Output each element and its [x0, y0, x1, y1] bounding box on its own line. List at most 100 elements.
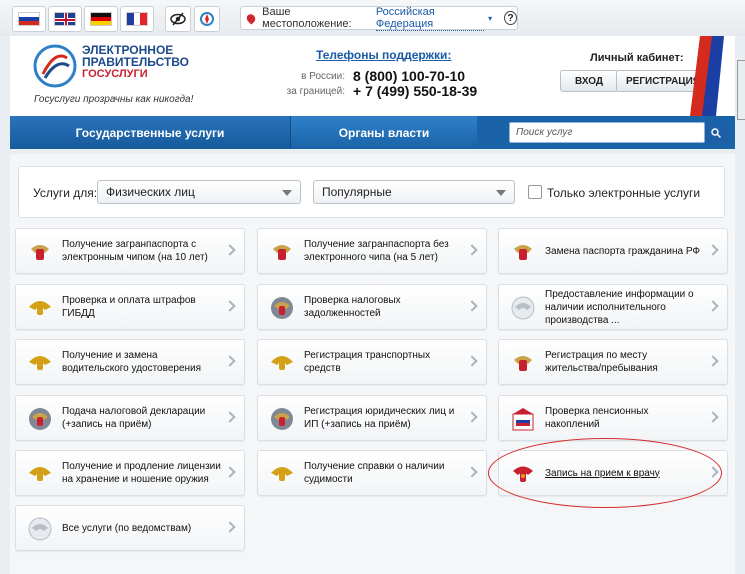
location-selector[interactable]: Ваше местоположение: Российская Федераци…	[240, 6, 518, 31]
caret-down-icon: ▾	[488, 13, 493, 23]
emblem-tax-icon	[268, 405, 296, 433]
chevron-down-icon	[282, 190, 292, 196]
flag-ribbon-icon	[690, 36, 735, 116]
chevron-down-icon	[496, 190, 506, 196]
chevron-right-icon	[707, 244, 719, 256]
search-button[interactable]	[705, 122, 727, 143]
pin-icon	[245, 11, 258, 25]
service-card[interactable]: Получение справки о наличии судимости	[257, 450, 487, 496]
service-card[interactable]: Получение загранпаспорта с электронным ч…	[15, 228, 245, 274]
service-card-label[interactable]: Проверка налоговых задолженностей	[304, 285, 464, 329]
electronic-only-label[interactable]: Только электронные услуги	[547, 186, 700, 200]
chevron-right-icon	[707, 300, 719, 312]
emblem-red-icon	[509, 349, 537, 377]
sort-select[interactable]: Популярные	[313, 180, 515, 204]
lang-en-button[interactable]	[48, 6, 82, 32]
service-card-label[interactable]: Получение загранпаспорта без электронног…	[304, 229, 464, 273]
flag-de-icon	[90, 12, 112, 26]
chevron-right-icon	[224, 355, 236, 367]
service-card-label[interactable]: Все услуги (по ведомствам)	[62, 506, 222, 550]
pension-fund-icon	[509, 405, 537, 433]
sort-select-value: Популярные	[322, 185, 392, 199]
audience-select[interactable]: Физических лиц	[97, 180, 301, 204]
lang-ru-button[interactable]	[12, 6, 46, 32]
chevron-right-icon	[224, 300, 236, 312]
service-card-label[interactable]: Получение и замена водительского удостов…	[62, 340, 222, 384]
phone-abroad-number: + 7 (499) 550-18-39	[353, 83, 478, 99]
chevron-right-icon	[224, 521, 236, 533]
service-card[interactable]: Предоставление информации о наличии испо…	[498, 284, 728, 330]
flag-fr-icon	[126, 12, 148, 26]
lang-fr-button[interactable]	[120, 6, 154, 32]
audience-select-value: Физических лиц	[106, 185, 195, 199]
service-card-label[interactable]: Предоставление информации о наличии испо…	[545, 285, 705, 329]
logo-line-3: ГОСУСЛУГИ	[82, 68, 148, 80]
service-card-label[interactable]: Замена паспорта гражданина РФ	[545, 229, 705, 273]
tab-state-services[interactable]: Государственные услуги	[10, 116, 290, 149]
cabinet-title: Личный кабинет:	[590, 52, 684, 64]
emblem-gold-icon	[26, 349, 54, 377]
search-input[interactable]: Поиск услуг	[509, 122, 705, 143]
service-card-label[interactable]: Регистрация юридических лиц и ИП (+запис…	[304, 396, 464, 440]
chevron-right-icon	[224, 411, 236, 423]
chevron-right-icon	[707, 411, 719, 423]
emblem-gold-icon	[26, 460, 54, 488]
service-card[interactable]: Подача налоговой декларации (+запись на …	[15, 395, 245, 441]
highlight-oval	[488, 438, 722, 508]
login-button[interactable]: ВХОД	[560, 70, 618, 92]
service-card-label[interactable]: Проверка и оплата штрафов ГИБДД	[62, 285, 222, 329]
logo-text: ЭЛЕКТРОННОЕ ПРАВИТЕЛЬСТВО ГОСУСЛУГИ	[82, 44, 189, 80]
chevron-right-icon	[466, 300, 478, 312]
service-card[interactable]: Регистрация транспортных средств	[257, 339, 487, 385]
service-card-label[interactable]: Регистрация транспортных средств	[304, 340, 464, 384]
chevron-right-icon	[224, 244, 236, 256]
help-icon[interactable]: ?	[504, 11, 517, 25]
slogan: Госуслуги прозрачны как никогда!	[34, 94, 194, 105]
gosuslugi-logo-icon[interactable]	[33, 44, 77, 88]
sitemap-button[interactable]	[194, 6, 220, 32]
service-card-label[interactable]: Получение загранпаспорта с электронным ч…	[62, 229, 222, 273]
service-card[interactable]: Проверка и оплата штрафов ГИБДД	[15, 284, 245, 330]
service-card-label[interactable]: Получение справки о наличии судимости	[304, 451, 464, 495]
service-card[interactable]: Все услуги (по ведомствам)	[15, 505, 245, 551]
service-card[interactable]: Замена паспорта гражданина РФ	[498, 228, 728, 274]
support-phones-title[interactable]: Телефоны поддержки:	[316, 48, 451, 62]
lang-de-button[interactable]	[84, 6, 118, 32]
emblem-gold-icon	[26, 294, 54, 322]
side-tab[interactable]	[737, 60, 745, 120]
flag-uk-icon	[54, 12, 76, 26]
filter-label: Услуги для:	[33, 186, 98, 200]
phone-russia-number: 8 (800) 100-70-10	[353, 68, 466, 84]
service-card-label[interactable]: Проверка пенсионных накоплений	[545, 396, 705, 440]
chevron-right-icon	[466, 355, 478, 367]
chevron-right-icon	[466, 411, 478, 423]
service-card-label[interactable]: Регистрация по месту жительства/пребыван…	[545, 340, 705, 384]
emblem-red-icon	[268, 238, 296, 266]
emblem-tax-icon	[268, 294, 296, 322]
chevron-right-icon	[707, 355, 719, 367]
eye-icon	[170, 12, 186, 26]
service-card[interactable]: Проверка налоговых задолженностей	[257, 284, 487, 330]
flag-ru-icon	[18, 12, 40, 26]
service-card[interactable]: Получение и замена водительского удостов…	[15, 339, 245, 385]
compass-icon	[200, 12, 214, 26]
logo-line-2: ПРАВИТЕЛЬСТВО	[82, 55, 190, 69]
electronic-only-checkbox[interactable]	[528, 185, 542, 199]
service-card[interactable]: Проверка пенсионных накоплений	[498, 395, 728, 441]
accessibility-button[interactable]	[165, 6, 191, 32]
phone-russia-label: в России:	[301, 70, 345, 82]
phone-abroad-label: за границей:	[286, 85, 345, 97]
location-label: Ваше местоположение:	[262, 6, 352, 30]
emblem-gray-icon	[26, 515, 54, 543]
service-card[interactable]: Получение загранпаспорта без электронног…	[257, 228, 487, 274]
tab-authorities[interactable]: Органы власти	[291, 116, 477, 149]
chevron-right-icon	[466, 244, 478, 256]
service-card[interactable]: Получение и продление лицензии на хранен…	[15, 450, 245, 496]
service-card-label[interactable]: Подача налоговой декларации (+запись на …	[62, 396, 222, 440]
service-card[interactable]: Регистрация по месту жительства/пребыван…	[498, 339, 728, 385]
phone-abroad-row: за границей: + 7 (499) 550-18-39	[275, 83, 478, 99]
emblem-red-icon	[509, 238, 537, 266]
location-value[interactable]: Российская Федерация	[375, 6, 485, 31]
service-card[interactable]: Регистрация юридических лиц и ИП (+запис…	[257, 395, 487, 441]
service-card-label[interactable]: Получение и продление лицензии на хранен…	[62, 451, 222, 495]
